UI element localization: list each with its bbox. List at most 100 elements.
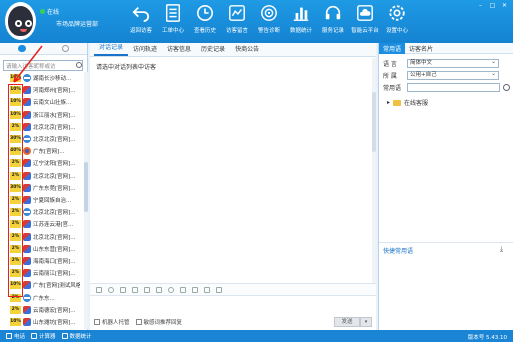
conversation-scrollbar[interactable] bbox=[372, 58, 376, 283]
send-options-dropdown[interactable]: ▾ bbox=[360, 317, 372, 327]
font-icon[interactable] bbox=[96, 286, 102, 293]
visitor-row[interactable]: 30% 北京北京[官网]... bbox=[0, 133, 80, 145]
toolbar-settings-button[interactable]: 设置中心 bbox=[381, 4, 413, 40]
status-stats-button[interactable]: 数据统计 bbox=[61, 332, 92, 340]
percentage-badge: 40% bbox=[10, 147, 21, 156]
percentage-badge: 2% bbox=[10, 257, 21, 265]
tab-chat-record[interactable]: 对话记录 bbox=[94, 42, 129, 56]
browser-icon bbox=[23, 122, 31, 131]
common-phrase-input[interactable] bbox=[407, 83, 500, 92]
tab-visitor-card[interactable]: 访客名片 bbox=[405, 43, 437, 54]
phrase-tree-item[interactable]: ▸ 在线客服 bbox=[387, 98, 428, 107]
browser-icon bbox=[23, 171, 31, 180]
visitor-row[interactable]: 2% 北京北京[官网]... bbox=[0, 121, 80, 133]
toolbar-warning-diagnosis-button[interactable]: 警告诊断 bbox=[253, 4, 285, 40]
visitor-row[interactable]: 2% 山东东营[官网]... bbox=[0, 243, 80, 255]
visitor-row[interactable]: 2% 北京北京[官网]... bbox=[0, 170, 80, 182]
visitor-row[interactable]: 2% 辽宁沈阳[官网]... bbox=[0, 157, 80, 169]
edit-icon[interactable] bbox=[204, 286, 210, 293]
visitor-row[interactable]: 10% 湖南长沙移动... bbox=[0, 72, 80, 84]
toolbar-cloud-platform-button[interactable]: 智能云平台 bbox=[349, 4, 381, 40]
visitor-row[interactable]: 2% 广东东... bbox=[0, 292, 80, 304]
language-select[interactable]: 简体中文 bbox=[407, 58, 499, 68]
toolbar-back-visitor-button[interactable]: 返回访客 bbox=[125, 4, 157, 40]
visitor-list-scrollbar[interactable] bbox=[84, 72, 88, 329]
sensitive-recommend-checkbox[interactable] bbox=[135, 319, 142, 325]
scrollbar-thumb[interactable] bbox=[372, 92, 376, 152]
tab-history[interactable]: 历史记录 bbox=[196, 44, 230, 56]
toolbar-label: 查看历史 bbox=[193, 28, 216, 34]
target-icon bbox=[261, 5, 277, 21]
gear-icon bbox=[389, 5, 405, 21]
thumb-icon[interactable] bbox=[192, 286, 198, 293]
online-status[interactable]: 在线 bbox=[40, 7, 59, 16]
percentage-badge: 2% bbox=[10, 293, 21, 302]
toolbar-label: 访客留言 bbox=[225, 28, 248, 34]
image-icon[interactable] bbox=[120, 286, 126, 293]
avatar[interactable] bbox=[5, 2, 36, 40]
stats-icon bbox=[61, 333, 68, 339]
visitor-search-input[interactable]: 请输入访客昵称或访 bbox=[3, 60, 83, 71]
message-icon bbox=[229, 5, 245, 21]
visitor-list: 10% 湖南长沙移动... 10% 河南郑州[官网]... 10% 云南文山壮族... 10… bbox=[0, 72, 84, 329]
visitor-row[interactable]: 2% 海南海口[官网]... bbox=[0, 255, 80, 267]
visitor-row[interactable]: 2% 云南德宏[官网]... bbox=[0, 304, 80, 316]
visitor-row[interactable]: 2% 北京北京[官网]... bbox=[0, 231, 80, 243]
status-calculator-button[interactable]: 计算器 bbox=[31, 332, 56, 340]
visitor-name: 广东东莞[官网]... bbox=[33, 185, 76, 192]
visitor-row[interactable]: 2% 云南丽江[官网]... bbox=[0, 267, 80, 279]
percentage-badge: 2% bbox=[10, 269, 21, 278]
visitor-row[interactable]: 40% 广东[官网]... bbox=[0, 145, 80, 157]
toolbar-history-button[interactable]: 查看历史 bbox=[189, 4, 221, 40]
emoji-icon[interactable] bbox=[108, 286, 114, 293]
search-icon[interactable] bbox=[76, 62, 82, 68]
file-icon[interactable] bbox=[144, 286, 150, 293]
clock-icon bbox=[196, 4, 214, 22]
robot-reply-checkbox[interactable] bbox=[94, 319, 100, 325]
expand-arrow-icon[interactable]: ▸ bbox=[387, 99, 390, 106]
visitor-row[interactable]: 10% 河南郑州[官网]... bbox=[0, 84, 80, 96]
visitor-row[interactable]: 30% 广东东莞[官网]... bbox=[0, 182, 80, 194]
quick-phrases-link[interactable]: 快捷常用语 bbox=[383, 246, 413, 255]
scrollbar-thumb[interactable] bbox=[84, 162, 88, 212]
table-icon[interactable] bbox=[216, 286, 222, 293]
visitor-row[interactable]: 10% 广东[官网]测试风格... bbox=[0, 279, 80, 291]
tab-common-phrases[interactable]: 常用语 bbox=[379, 42, 406, 54]
toolbar-service-record-button[interactable]: 服务记录 bbox=[317, 4, 349, 40]
status-phone-button[interactable]: 电话 bbox=[6, 332, 25, 340]
send-button[interactable]: 发送 bbox=[334, 317, 360, 327]
headset-icon bbox=[325, 5, 341, 20]
visitor-row[interactable]: 10% 浙江丽水[官网]... bbox=[0, 109, 80, 121]
search-icon[interactable] bbox=[503, 84, 510, 91]
close-icon[interactable]: ✕ bbox=[500, 2, 509, 9]
toolbar-label: 返回访客 bbox=[129, 28, 152, 34]
download-icon[interactable]: ⤓ bbox=[500, 245, 503, 254]
maximize-icon[interactable]: □ bbox=[488, 2, 497, 9]
heart-icon[interactable] bbox=[180, 286, 186, 293]
belong-select[interactable]: 公用+自己 bbox=[407, 70, 499, 80]
toolbar-visitor-message-button[interactable]: 访客留言 bbox=[221, 4, 253, 40]
tab-announcement[interactable]: 快商公告 bbox=[230, 44, 264, 56]
browser-icon bbox=[23, 110, 31, 119]
visitor-row[interactable]: 10% 云南文山壮族... bbox=[0, 96, 80, 108]
microphone-icon[interactable] bbox=[168, 286, 174, 293]
status-label: 电话 bbox=[14, 334, 26, 340]
visitor-row[interactable]: 10% 山东潍坊[官网]... bbox=[0, 316, 80, 328]
toolbar-ticket-center-button[interactable]: 工单中心 bbox=[157, 4, 189, 40]
percentage-badge: 2% bbox=[10, 220, 21, 229]
right-tabs: 常用语 访客名片 bbox=[379, 42, 513, 54]
folder-icon[interactable] bbox=[156, 286, 162, 293]
visitor-row[interactable]: 2% 北京北京[官网]... bbox=[0, 206, 80, 218]
visitor-row[interactable]: 2% 宁夏回族自治... bbox=[0, 194, 80, 206]
percentage-badge: 10% bbox=[10, 318, 21, 326]
history-icon[interactable] bbox=[62, 45, 69, 52]
minimize-icon[interactable]: – bbox=[476, 2, 485, 9]
toolbar-statistics-button[interactable]: 数据统计 bbox=[285, 4, 317, 40]
visitor-row[interactable]: 2% 江苏连云港[官... bbox=[0, 218, 80, 230]
phone-icon bbox=[6, 333, 12, 339]
screenshot-icon[interactable] bbox=[132, 286, 138, 293]
tab-visit-trail[interactable]: 访问轨迹 bbox=[128, 44, 162, 56]
tab-visitor-info[interactable]: 访客信息 bbox=[162, 44, 196, 56]
browser-icon bbox=[23, 269, 31, 278]
chat-icon[interactable] bbox=[18, 45, 26, 52]
